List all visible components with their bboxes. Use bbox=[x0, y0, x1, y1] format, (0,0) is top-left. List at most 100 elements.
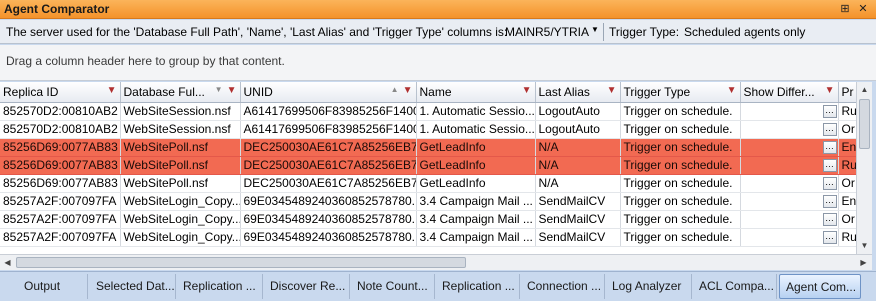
cell-show-differences: … bbox=[740, 228, 839, 247]
tab-replication-1[interactable]: Replication ... bbox=[177, 274, 263, 299]
tab-discover-replicas[interactable]: Discover Re... bbox=[264, 274, 350, 299]
col-header-trigger-type[interactable]: Trigger Type ▼ bbox=[620, 82, 741, 103]
dock-icon[interactable]: ⊞ bbox=[838, 2, 852, 16]
table-row[interactable]: 852570D2:00810AB2 WebSiteSession.nsf A6141… bbox=[0, 120, 856, 139]
chevron-down-icon[interactable]: ▼ bbox=[591, 25, 599, 34]
horizontal-scrollbar[interactable]: ◀ ▶ bbox=[0, 254, 872, 270]
ellipsis-button[interactable]: … bbox=[822, 123, 837, 137]
filter-icon[interactable]: ▼ bbox=[227, 85, 237, 96]
ellipsis-button[interactable]: … bbox=[822, 177, 837, 191]
scroll-thumb[interactable] bbox=[16, 257, 466, 268]
separator bbox=[603, 23, 604, 41]
cell-name: 3.4 Campaign Mail ... bbox=[416, 228, 536, 247]
table-row[interactable]: 85257A2F:007097FA WebSiteLogin_Copy... 69E… bbox=[0, 228, 856, 247]
col-header-unid[interactable]: UNID ▲ ▼ bbox=[240, 82, 417, 103]
server-dropdown[interactable]: MAINR5/YTRIA bbox=[505, 25, 589, 39]
col-header-database[interactable]: Database Ful... ▼ ▼ bbox=[120, 82, 241, 103]
trigger-type-value: Scheduled agents only bbox=[684, 25, 806, 39]
bottom-tab-strip: Output Selected Dat... Replication ... D… bbox=[0, 271, 876, 301]
cell-replica-id: 85256D69:0077AB83 bbox=[0, 156, 121, 175]
tab-acl-comparator[interactable]: ACL Compa... bbox=[693, 274, 777, 299]
close-icon[interactable]: ✕ bbox=[856, 2, 870, 16]
table-row[interactable]: 85256D69:0077AB83 WebSitePoll.nsf DEC25003… bbox=[0, 174, 856, 193]
ellipsis-button[interactable]: … bbox=[822, 231, 837, 245]
tab-replication-2[interactable]: Replication ... bbox=[436, 274, 520, 299]
cell-replica-id: 85256D69:0077AB83 bbox=[0, 138, 121, 157]
cell-show-differences: … bbox=[740, 156, 839, 175]
cell-pr: Or bbox=[838, 174, 856, 193]
cell-name: GetLeadInfo bbox=[416, 174, 536, 193]
cell-last-alias: SendMailCV bbox=[535, 228, 621, 247]
col-header-replica-id[interactable]: Replica ID ▼ bbox=[0, 82, 121, 103]
ellipsis-button[interactable]: … bbox=[822, 213, 837, 227]
tab-agent-comparator[interactable]: Agent Com... bbox=[779, 274, 861, 299]
cell-unid: DEC250030AE61C7A85256EB70... bbox=[240, 138, 417, 157]
cell-trigger-type: Trigger on schedule. bbox=[620, 102, 741, 121]
tab-selected-data[interactable]: Selected Dat... bbox=[90, 274, 176, 299]
cell-name: GetLeadInfo bbox=[416, 156, 536, 175]
table-row[interactable]: 85257A2F:007097FA WebSiteLogin_Copy... 69E… bbox=[0, 210, 856, 229]
cell-database: WebSitePoll.nsf bbox=[120, 156, 241, 175]
filter-icon[interactable]: ▼ bbox=[825, 85, 835, 96]
cell-replica-id: 85256D69:0077AB83 bbox=[0, 174, 121, 193]
cell-show-differences: … bbox=[740, 192, 839, 211]
cell-last-alias: SendMailCV bbox=[535, 210, 621, 229]
cell-database: WebSiteLogin_Copy... bbox=[120, 210, 241, 229]
cell-unid: 69E0345489240360852578780... bbox=[240, 210, 417, 229]
group-by-area[interactable]: Drag a column header here to group by th… bbox=[0, 45, 876, 81]
tab-connection[interactable]: Connection ... bbox=[521, 274, 605, 299]
tab-note-count[interactable]: Note Count... bbox=[351, 274, 435, 299]
cell-unid: 69E0345489240360852578780... bbox=[240, 192, 417, 211]
scroll-up-icon[interactable]: ▲ bbox=[857, 82, 872, 97]
ellipsis-button[interactable]: … bbox=[822, 105, 837, 119]
cell-name: GetLeadInfo bbox=[416, 138, 536, 157]
cell-trigger-type: Trigger on schedule. bbox=[620, 138, 741, 157]
cell-show-differences: … bbox=[740, 210, 839, 229]
filter-icon[interactable]: ▼ bbox=[107, 85, 117, 96]
tab-log-analyzer[interactable]: Log Analyzer bbox=[606, 274, 692, 299]
cell-last-alias: SendMailCV bbox=[535, 192, 621, 211]
ellipsis-button[interactable]: … bbox=[822, 195, 837, 209]
title-bar: Agent Comparator ⊞ ✕ bbox=[0, 0, 876, 19]
cell-last-alias: LogoutAuto bbox=[535, 120, 621, 139]
vertical-scrollbar[interactable]: ▲ ▼ bbox=[856, 82, 872, 254]
filter-icon[interactable]: ▼ bbox=[522, 85, 532, 96]
table-row[interactable]: 85257A2F:007097FA WebSiteLogin_Copy... 69E… bbox=[0, 192, 856, 211]
col-header-name[interactable]: Name ▼ bbox=[416, 82, 536, 103]
col-header-last-alias[interactable]: Last Alias ▼ bbox=[535, 82, 621, 103]
trigger-type-label: Trigger Type: bbox=[609, 25, 680, 39]
cell-trigger-type: Trigger on schedule. bbox=[620, 120, 741, 139]
scroll-down-icon[interactable]: ▼ bbox=[857, 238, 872, 253]
tab-output[interactable]: Output bbox=[18, 274, 88, 299]
filter-icon[interactable]: ▼ bbox=[727, 85, 737, 96]
cell-database: WebSiteSession.nsf bbox=[120, 120, 241, 139]
col-header-pr[interactable]: Pr bbox=[838, 82, 856, 103]
table-row[interactable]: 852570D2:00810AB2 WebSiteSession.nsf A6141… bbox=[0, 102, 856, 121]
cell-trigger-type: Trigger on schedule. bbox=[620, 156, 741, 175]
cell-unid: DEC250030AE61C7A85256EB70... bbox=[240, 156, 417, 175]
filter-icon[interactable]: ▼ bbox=[403, 85, 413, 96]
cell-pr: Or bbox=[838, 210, 856, 229]
cell-trigger-type: Trigger on schedule. bbox=[620, 228, 741, 247]
cell-database: WebSitePoll.nsf bbox=[120, 138, 241, 157]
agents-table: Replica ID ▼ Database Ful... ▼ ▼ UNID ▲ ▼ Nam… bbox=[0, 82, 856, 247]
cell-last-alias: N/A bbox=[535, 138, 621, 157]
cell-trigger-type: Trigger on schedule. bbox=[620, 210, 741, 229]
sort-asc-icon: ▲ bbox=[390, 85, 399, 94]
cell-database: WebSiteLogin_Copy... bbox=[120, 192, 241, 211]
ellipsis-button[interactable]: … bbox=[822, 141, 837, 155]
scroll-thumb[interactable] bbox=[859, 99, 870, 149]
ellipsis-button[interactable]: … bbox=[822, 159, 837, 173]
cell-replica-id: 852570D2:00810AB2 bbox=[0, 102, 121, 121]
table-row[interactable]: 85256D69:0077AB83 WebSitePoll.nsf DEC25003… bbox=[0, 156, 856, 175]
cell-pr: Ru bbox=[838, 156, 856, 175]
cell-unid: 69E0345489240360852578780... bbox=[240, 228, 417, 247]
cell-show-differences: … bbox=[740, 138, 839, 157]
scroll-left-icon[interactable]: ◀ bbox=[0, 255, 15, 270]
filter-icon[interactable]: ▼ bbox=[607, 85, 617, 96]
cell-last-alias: N/A bbox=[535, 174, 621, 193]
window-title: Agent Comparator bbox=[4, 2, 110, 16]
col-header-show-differences[interactable]: Show Differ... ▼ bbox=[740, 82, 839, 103]
table-row[interactable]: 85256D69:0077AB83 WebSitePoll.nsf DEC25003… bbox=[0, 138, 856, 157]
scroll-right-icon[interactable]: ▶ bbox=[856, 255, 871, 270]
